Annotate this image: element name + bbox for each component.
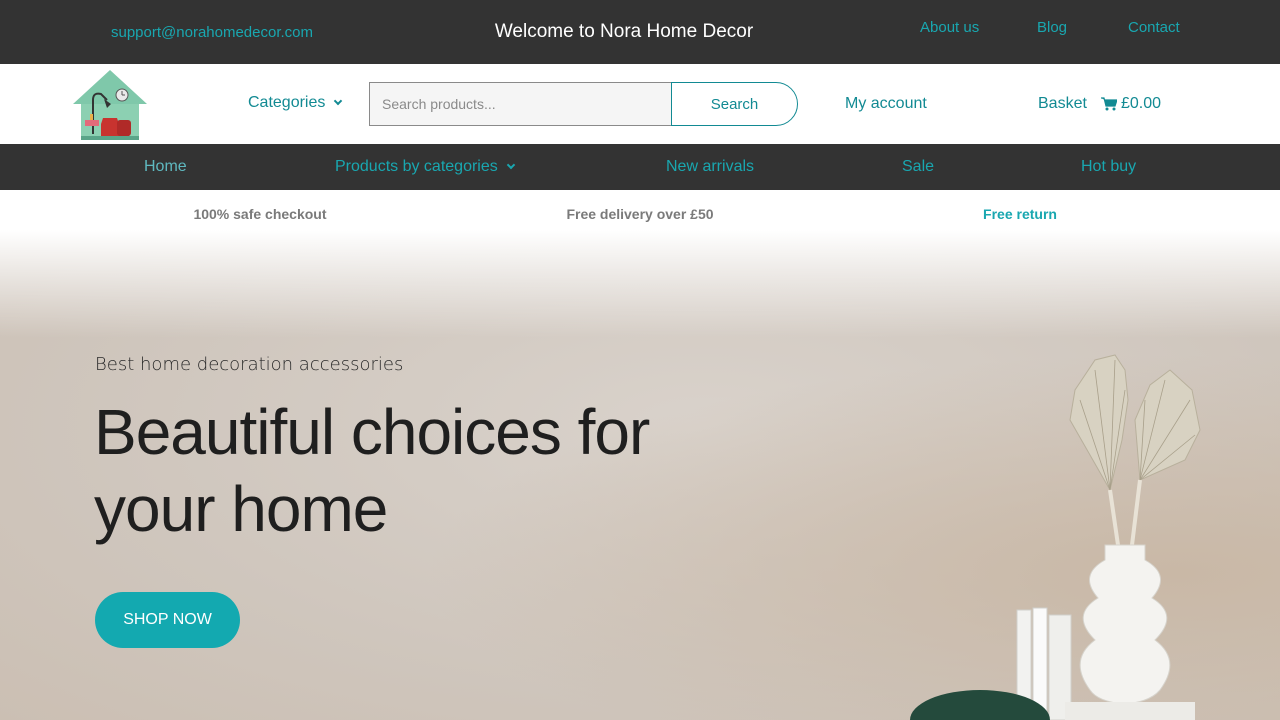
search-button[interactable]: Search — [671, 82, 798, 126]
search-form: Search — [369, 82, 798, 126]
house-logo-icon — [73, 70, 147, 140]
chevron-down-icon — [334, 96, 343, 106]
categories-label: Categories — [248, 94, 326, 111]
hero-title: Beautiful choices for your home — [94, 396, 650, 545]
cart-total: £0.00 — [1121, 95, 1162, 112]
nav-item-products-by-categories[interactable]: Products by categories — [335, 158, 515, 176]
chevron-down-icon — [506, 160, 515, 170]
feature-free-delivery: Free delivery over £50 — [566, 206, 714, 222]
categories-dropdown[interactable]: Categories — [248, 94, 343, 112]
cart-link[interactable]: £0.00 — [1101, 95, 1161, 113]
hero-banner: Best home decoration accessories Beautif… — [0, 230, 1280, 720]
feature-free-return: Free return — [983, 206, 1057, 222]
basket-link[interactable]: Basket — [1038, 95, 1087, 113]
feature-safe-checkout: 100% safe checkout — [193, 206, 327, 222]
blog-link[interactable]: Blog — [1037, 19, 1067, 36]
about-us-link[interactable]: About us — [920, 19, 979, 36]
site-logo[interactable] — [71, 68, 149, 140]
contact-link[interactable]: Contact — [1128, 19, 1180, 36]
main-navigation: Home Products by categories New arrivals… — [0, 144, 1280, 190]
shopping-cart-icon — [1101, 97, 1117, 111]
nav-item-label: Products by categories — [335, 158, 498, 175]
nav-item-sale[interactable]: Sale — [902, 158, 934, 176]
nav-item-new-arrivals[interactable]: New arrivals — [666, 158, 754, 176]
my-account-link[interactable]: My account — [845, 95, 927, 113]
vase-decoration-image — [910, 354, 1201, 720]
site-header: Categories Search My account Basket £0.0… — [0, 64, 1280, 144]
shop-now-button[interactable]: SHOP NOW — [95, 592, 240, 648]
nav-item-hot-buy[interactable]: Hot buy — [1081, 158, 1136, 176]
hero-subtitle: Best home decoration accessories — [95, 354, 404, 375]
search-input[interactable] — [369, 82, 673, 126]
top-bar: support@norahomedecor.com Welcome to Nor… — [0, 0, 1280, 64]
nav-item-home[interactable]: Home — [144, 158, 187, 176]
